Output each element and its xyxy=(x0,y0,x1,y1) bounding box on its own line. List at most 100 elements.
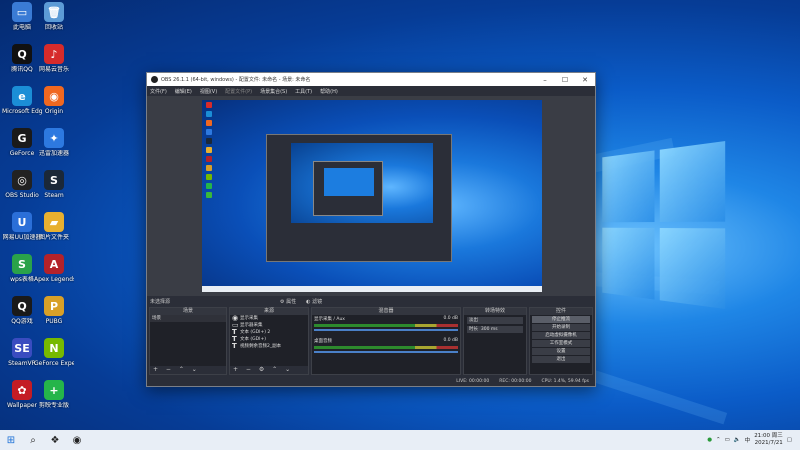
menu-scene-collection[interactable]: 场景集合(S) xyxy=(260,88,287,95)
desktop-icon-label: Origin xyxy=(34,108,74,115)
app-icon: 🗑 xyxy=(44,2,64,22)
desktop-icon-label: GeForce Experience xyxy=(34,360,74,367)
maximize-button[interactable]: ☐ xyxy=(555,76,575,84)
desktop-icon-label: 迅雷加速器 xyxy=(34,150,74,157)
transition-duration[interactable]: 时长 300 ms xyxy=(467,326,523,333)
app-icon: S xyxy=(44,170,64,190)
volume-fader[interactable] xyxy=(314,329,458,331)
desktop-icon[interactable]: A Apex Legends xyxy=(34,254,74,283)
menu-edit[interactable]: 编辑(E) xyxy=(175,88,192,95)
exit-button[interactable]: 退出 xyxy=(532,356,590,363)
mixer-title: 混音器 xyxy=(312,308,460,315)
studio-mode-button[interactable]: 工作室模式 xyxy=(532,340,590,347)
app-icon: ▭ xyxy=(12,2,32,22)
mixer-channel[interactable]: 显示采集 / Aux 0.0 dB xyxy=(312,315,460,337)
preview-desktop-icons xyxy=(204,102,222,201)
sources-title: 来源 xyxy=(230,308,308,315)
desktop-icon-label: 剪映专业版 xyxy=(34,402,74,409)
obs-logo-icon xyxy=(151,76,158,83)
menu-profile[interactable]: 配置文件(P) xyxy=(225,88,252,95)
app-icon: + xyxy=(44,380,64,400)
app-icon: ▰ xyxy=(44,212,64,232)
transition-select[interactable]: 淡出 xyxy=(467,317,523,324)
source-item[interactable]: T 视频剩余音频2_副本 xyxy=(230,343,308,350)
volume-meter xyxy=(314,346,458,349)
taskbar: ⊞ ⌕ ❖ ◉ ● ⌃ ▭ 🔈 中 21:00 周三 2021/7/21 ▢ xyxy=(0,430,800,450)
mixer-dock: 混音器 显示采集 / Aux 0.0 dB 桌面音频 0.0 dB xyxy=(311,307,461,375)
desktop-icon[interactable]: ◉ Origin xyxy=(34,86,74,115)
app-icon: ♪ xyxy=(44,44,64,64)
app-icon: ◎ xyxy=(12,170,32,190)
desktop-icon[interactable]: S Steam xyxy=(34,170,74,199)
source-item[interactable]: ◉ 显示采集 xyxy=(230,315,308,322)
desktop-icon[interactable]: P PUBG xyxy=(34,296,74,325)
app-icon: ◉ xyxy=(44,86,64,106)
desktop-icon[interactable]: ♪ 网易云音乐 xyxy=(34,44,74,73)
source-toolbar: 未选择源 ⚙ 属性 ◐ 滤镜 xyxy=(147,296,595,306)
cpu-fps: CPU: 1.4%, 59.94 fps xyxy=(542,379,590,384)
obs-titlebar[interactable]: OBS 26.1.1 (64-bit, windows) - 配置文件: 未命名… xyxy=(147,73,595,86)
app-icon: SE xyxy=(12,338,32,358)
filters-button[interactable]: ◐ 滤镜 xyxy=(306,298,322,305)
desktop-icon-label: 回收站 xyxy=(34,24,74,31)
task-view-icon[interactable]: ❖ xyxy=(44,430,66,450)
properties-button[interactable]: ⚙ 属性 xyxy=(280,298,296,305)
ime-icon[interactable]: 中 xyxy=(745,436,751,444)
close-button[interactable]: ✕ xyxy=(575,76,595,84)
menu-tools[interactable]: 工具(T) xyxy=(295,88,312,95)
preview-canvas[interactable] xyxy=(202,100,542,292)
volume-icon[interactable]: 🔈 xyxy=(734,437,741,443)
obs-docks: 场景 场景 + − ⌃ ⌄ 来源 ◉ 显示采集 ▭ 显示器采集 T 文本 (GDI+)… xyxy=(147,307,595,375)
desktop-icon-label: 图片文件夹 xyxy=(34,234,74,241)
notification-icon[interactable]: ▢ xyxy=(787,437,792,443)
desktop-icon[interactable]: ✦ 迅雷加速器 xyxy=(34,128,74,157)
menu-help[interactable]: 帮助(H) xyxy=(320,88,338,95)
preview-taskbar xyxy=(202,286,542,292)
tray-app-icon[interactable]: ● xyxy=(707,437,712,443)
volume-meter xyxy=(314,324,458,327)
windows-logo xyxy=(602,141,727,309)
volume-fader[interactable] xyxy=(314,351,458,353)
transitions-title: 转场特效 xyxy=(464,308,526,315)
windows-icon[interactable]: ⊞ xyxy=(0,430,22,450)
preview-area[interactable] xyxy=(147,96,595,296)
app-icon: G xyxy=(12,128,32,148)
scene-item[interactable]: 场景 xyxy=(150,315,226,322)
stop-stream-button[interactable]: 停止推流 xyxy=(532,316,590,323)
transitions-dock: 转场特效 淡出 时长 300 ms xyxy=(463,307,527,375)
sources-toolbar[interactable]: + − ⚙ ⌃ ⌄ xyxy=(230,366,308,374)
app-icon: U xyxy=(12,212,32,232)
app-icon: P xyxy=(44,296,64,316)
app-icon: A xyxy=(44,254,64,274)
obs-menubar: 文件(F) 编辑(E) 视图(V) 配置文件(P) 场景集合(S) 工具(T) … xyxy=(147,86,595,96)
obs-taskbar-icon[interactable]: ◉ xyxy=(66,430,88,450)
app-icon: S xyxy=(12,254,32,274)
menu-view[interactable]: 视图(V) xyxy=(200,88,217,95)
source-item[interactable]: T 文本 (GDI+) 2 xyxy=(230,329,308,336)
virtual-camera-button[interactable]: 启动虚拟摄像机 xyxy=(532,332,590,339)
rec-timer: REC: 00:00:00 xyxy=(499,379,531,384)
scenes-toolbar[interactable]: + − ⌃ ⌄ xyxy=(150,366,226,374)
source-item[interactable]: ▭ 显示器采集 xyxy=(230,322,308,329)
start-recording-button[interactable]: 开始录制 xyxy=(532,324,590,331)
sources-dock: 来源 ◉ 显示采集 ▭ 显示器采集 T 文本 (GDI+) 2 T 文本 (GDI+) … xyxy=(229,307,309,375)
mixer-channel[interactable]: 桌面音频 0.0 dB xyxy=(312,337,460,359)
source-item[interactable]: T 文本 (GDI+) xyxy=(230,336,308,343)
desktop-icon[interactable]: + 剪映专业版 xyxy=(34,380,74,409)
preview-nested-obs xyxy=(266,134,452,262)
minimize-button[interactable]: – xyxy=(535,76,555,84)
obs-window[interactable]: OBS 26.1.1 (64-bit, windows) - 配置文件: 未命名… xyxy=(146,72,596,387)
desktop-icon-label: 网易云音乐 xyxy=(34,66,74,73)
app-icon: N xyxy=(44,338,64,358)
desktop-icon[interactable]: ▰ 图片文件夹 xyxy=(34,212,74,241)
network-icon[interactable]: ▭ xyxy=(725,437,730,443)
search-icon[interactable]: ⌕ xyxy=(22,430,44,450)
desktop-icon[interactable]: N GeForce Experience xyxy=(34,338,74,367)
obs-title: OBS 26.1.1 (64-bit, windows) - 配置文件: 未命名… xyxy=(161,76,310,83)
settings-button[interactable]: 设置 xyxy=(532,348,590,355)
scenes-dock: 场景 场景 + − ⌃ ⌄ xyxy=(149,307,227,375)
chevron-up-icon[interactable]: ⌃ xyxy=(716,437,721,443)
desktop-icon[interactable]: 🗑 回收站 xyxy=(34,2,74,31)
menu-file[interactable]: 文件(F) xyxy=(150,88,167,95)
clock[interactable]: 21:00 周三 2021/7/21 xyxy=(754,433,783,447)
